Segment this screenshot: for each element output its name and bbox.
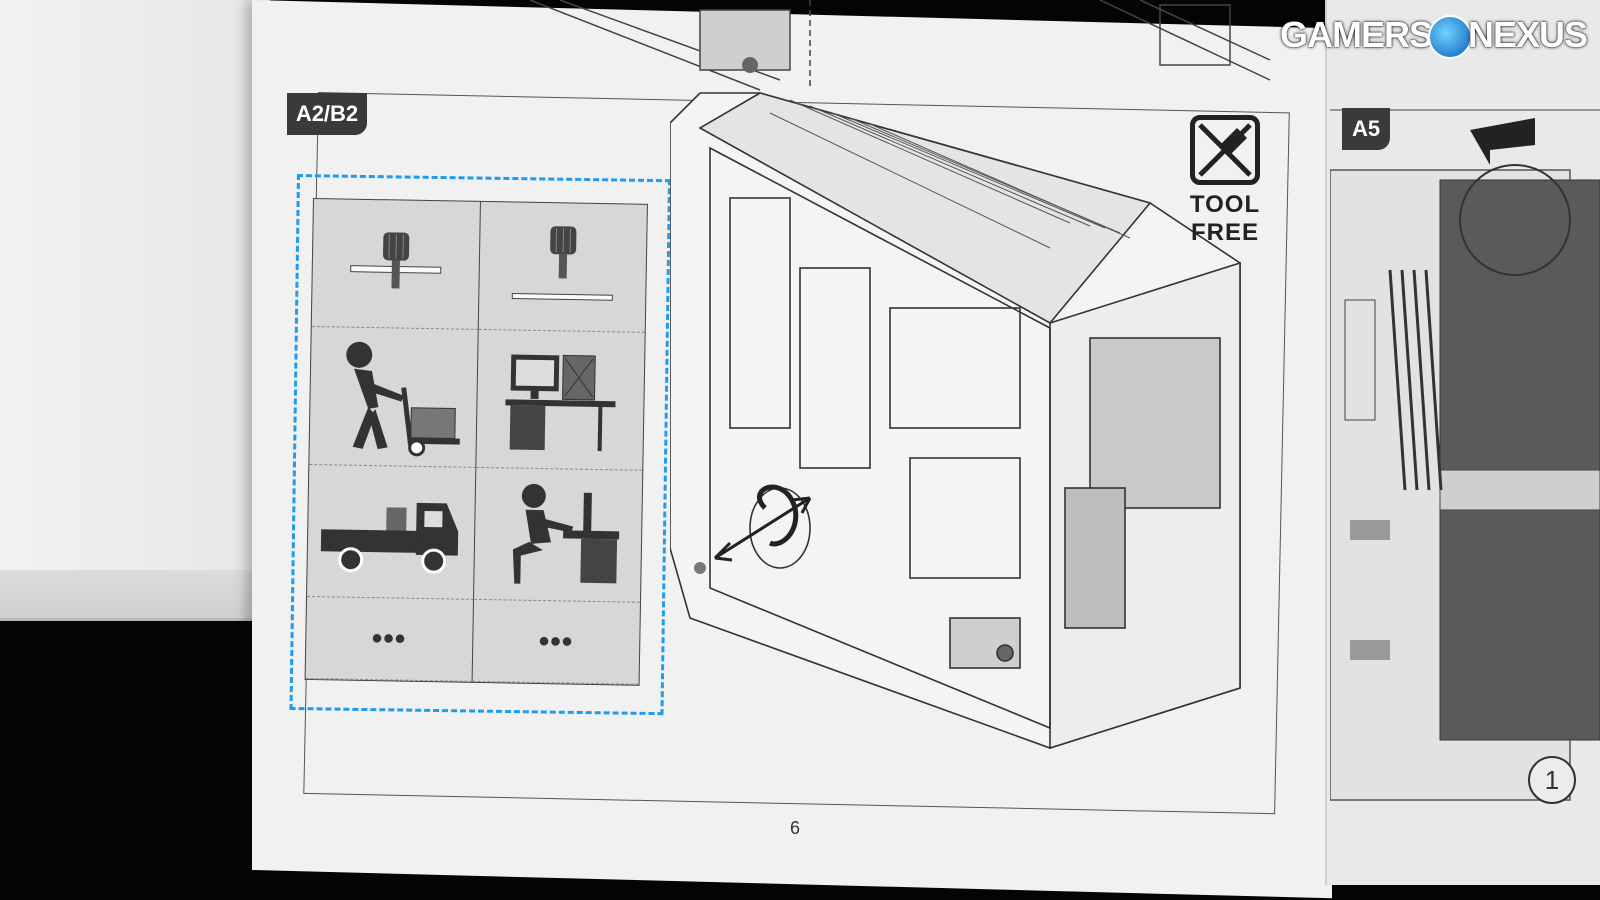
section-label-a5: A5 [1342,108,1390,150]
grid-cell-moving-cart [309,326,479,468]
usage-icon-grid: ••• ••• [304,198,648,686]
grid-cell-truck [307,464,476,600]
tool-free-line2: FREE [1190,219,1259,246]
globe-icon [1428,15,1473,60]
section-label-a2b2: A2/B2 [287,93,367,135]
tool-free-line1: TOOL [1189,191,1261,218]
tool-free-label: TOOL FREE [1185,191,1265,247]
no-screwdriver-icon [1190,115,1260,185]
tool-free-badge: TOOL FREE [1185,115,1265,247]
step-number-circle: 1 [1528,756,1576,804]
grid-cell-screw-removed [478,201,647,333]
paper-sheet-edge [0,570,270,621]
logo-text-left: GAMERS [1280,14,1433,55]
logo-text-right: NEXUS [1468,14,1588,55]
thumbscrew-removed-icon [511,225,613,301]
more-options-right: ••• [538,624,574,659]
page-number: 6 [790,818,801,838]
person-pushing-cart-icon [346,341,460,456]
thumbscrew-mounted-icon [349,231,442,289]
person-working-icon [512,483,619,584]
desktop-setup-icon [505,353,616,451]
background-paper-sheet [0,0,270,615]
grid-cell-more-right: ••• [472,599,640,685]
watermark-logo: GAMERS NEXUS [1280,14,1588,60]
pc-case-illustration [670,92,1241,750]
previous-diagram-fragment [529,0,1271,91]
delivery-truck-icon [320,502,458,574]
more-options-left: ••• [371,621,407,656]
grid-cell-desk-computer [475,329,645,471]
grid-cell-more-left: ••• [305,596,474,682]
grid-cell-person-at-desk [473,467,643,603]
grid-cell-screw-mounted [311,199,481,330]
